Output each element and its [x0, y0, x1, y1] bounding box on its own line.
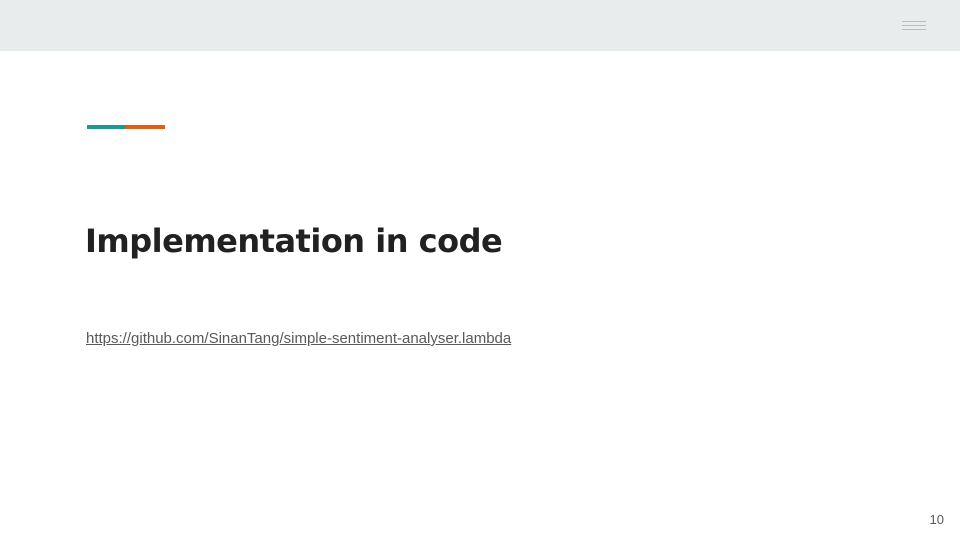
- slide-title: Implementation in code: [85, 222, 503, 260]
- page-number: 10: [929, 512, 944, 527]
- hamburger-menu-icon[interactable]: [902, 21, 926, 31]
- menu-line: [902, 25, 926, 26]
- header-band: [0, 0, 960, 51]
- menu-line: [902, 29, 926, 30]
- github-link[interactable]: https://github.com/SinanTang/simple-sent…: [86, 330, 511, 347]
- menu-line: [902, 21, 926, 22]
- accent-segment-teal: [87, 125, 126, 129]
- title-accent-bar: [87, 125, 165, 129]
- accent-segment-orange: [126, 125, 165, 129]
- slide: Implementation in code https://github.co…: [0, 0, 960, 540]
